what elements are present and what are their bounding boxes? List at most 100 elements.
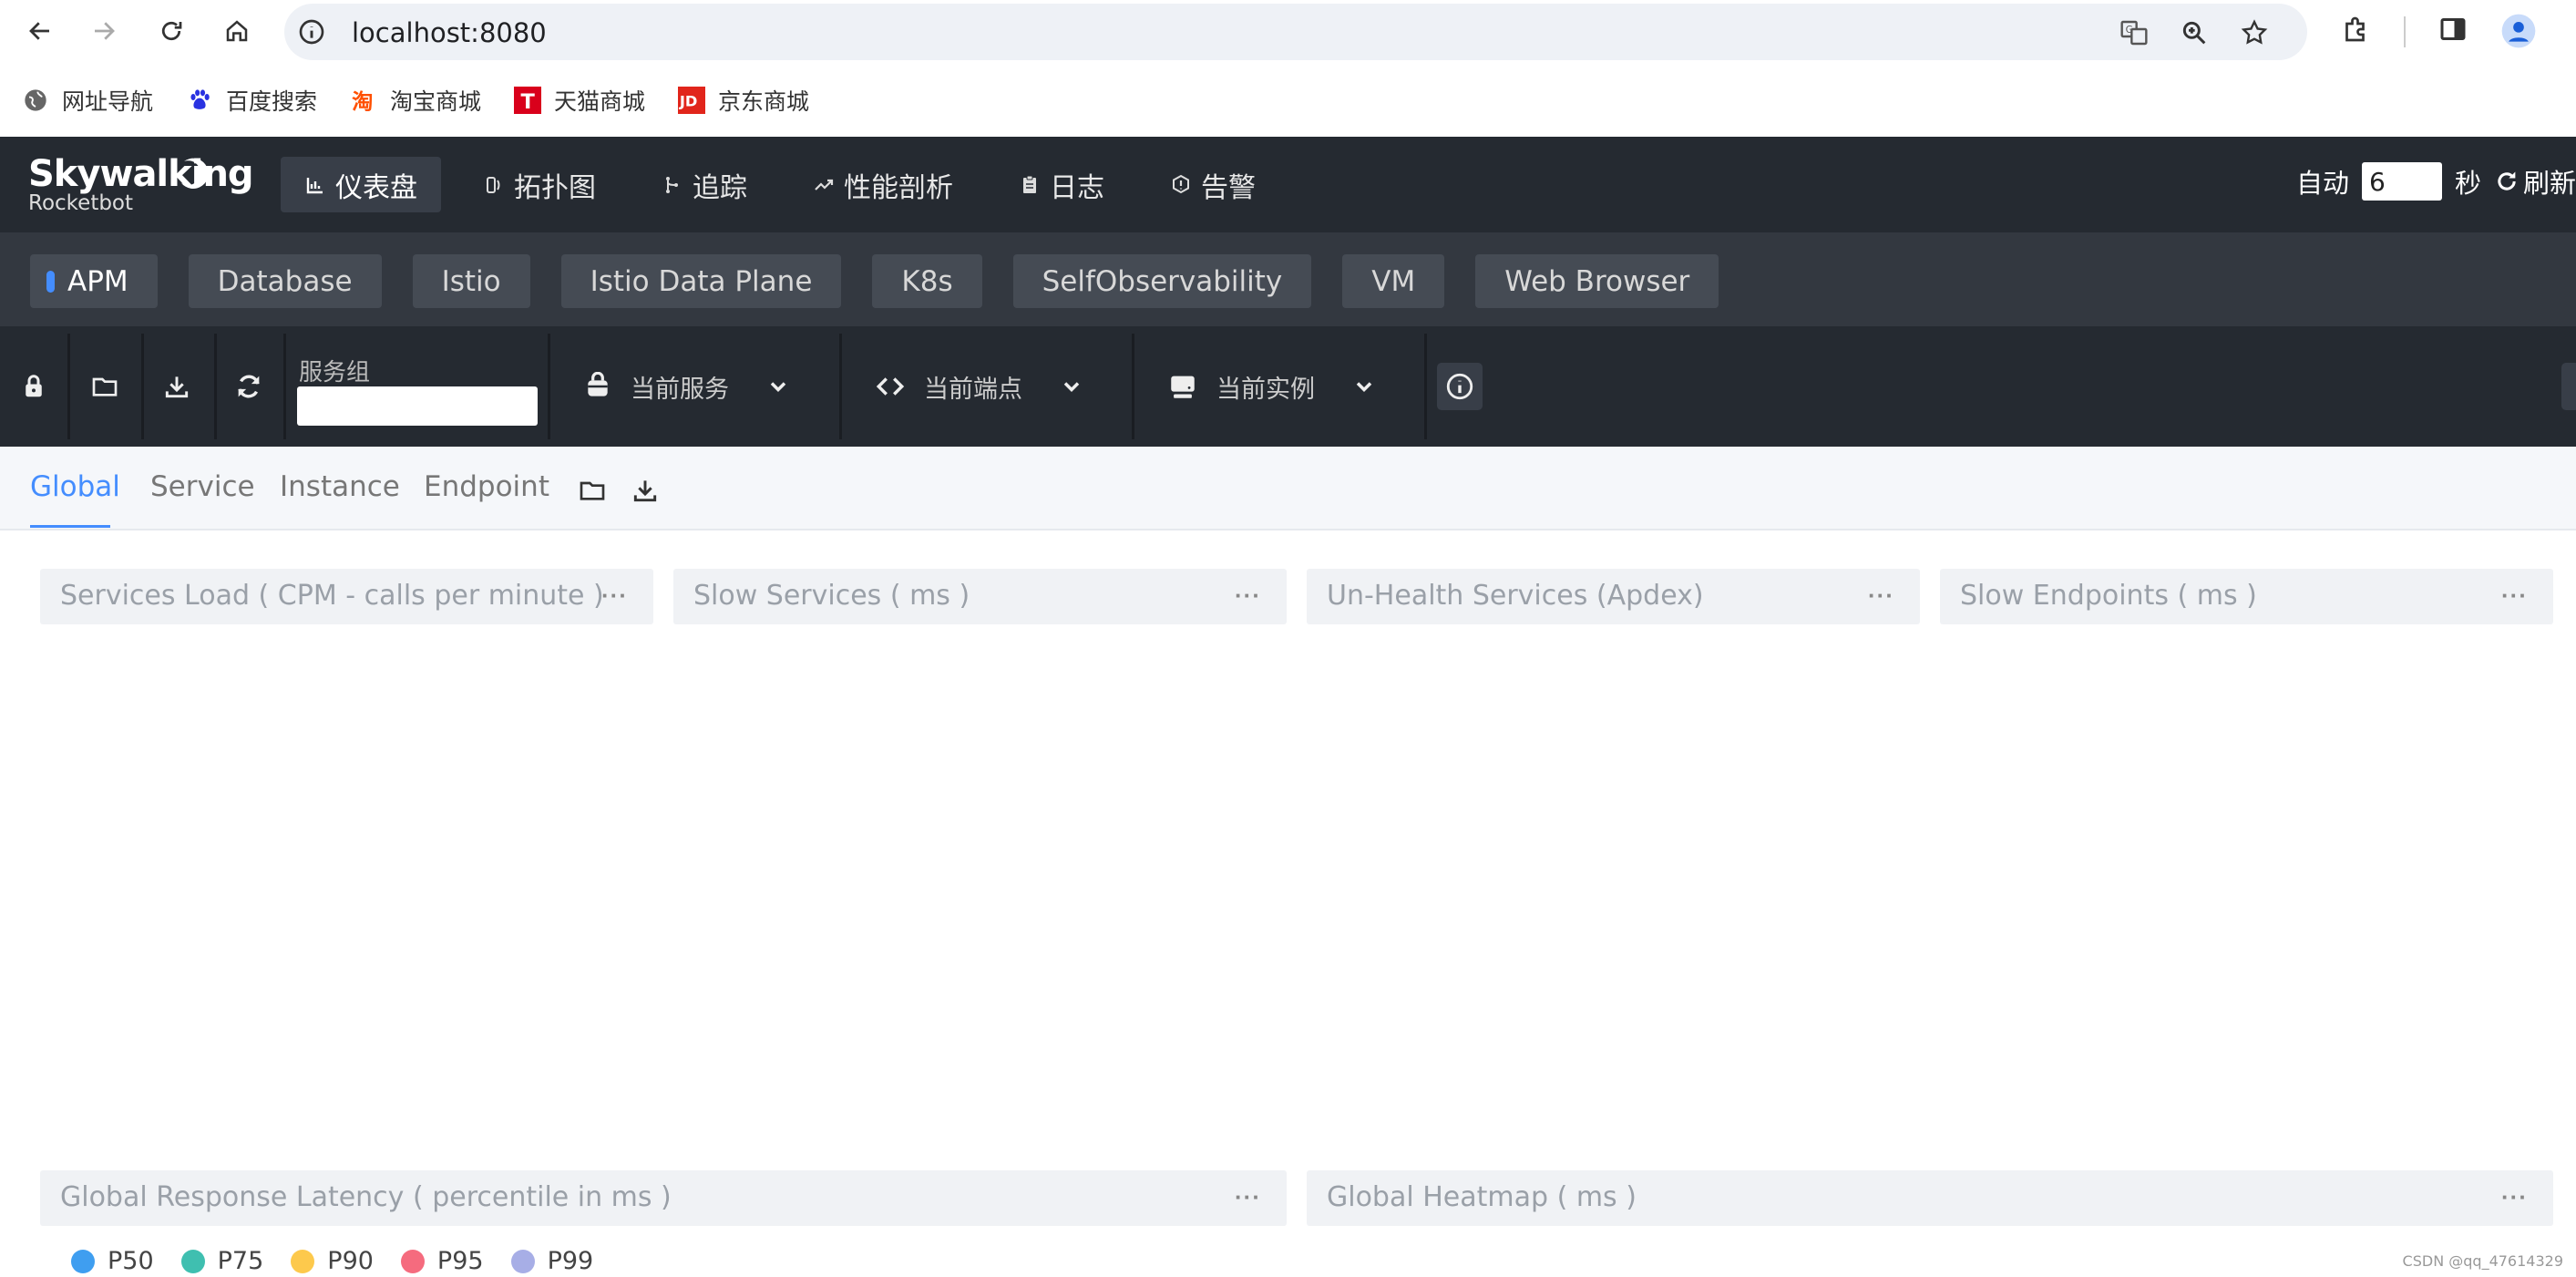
url-text[interactable]: localhost:8080 [352, 17, 547, 48]
forward-button[interactable] [86, 13, 122, 49]
toolbar-divider [214, 334, 217, 439]
toolbar-divider [1424, 334, 1427, 439]
nav-profile[interactable]: 性能剖析 [789, 157, 977, 212]
server-icon [1171, 376, 1195, 398]
log-icon [1023, 175, 1036, 193]
legend-item-p50[interactable]: P50 [71, 1247, 154, 1275]
side-panel-icon[interactable] [2437, 13, 2469, 50]
legend-item-p90[interactable]: P90 [291, 1247, 374, 1275]
bookmark-item[interactable]: 网址导航 [22, 84, 153, 117]
tmall-icon: T [514, 87, 541, 114]
refresh-icon [2498, 171, 2516, 191]
template-tab-web-browser[interactable]: Web Browser [1475, 254, 1719, 308]
site-info-icon[interactable] [297, 17, 326, 51]
chevron-down-icon [770, 382, 786, 392]
lock-icon[interactable] [17, 370, 50, 403]
toolbar-divider [283, 334, 286, 439]
template-tab-database[interactable]: Database [188, 254, 382, 308]
legend-item-p99[interactable]: P99 [510, 1247, 593, 1275]
toolbar-divider [2404, 16, 2406, 47]
folder-icon[interactable] [578, 476, 607, 510]
nav-trace[interactable]: 追踪 [638, 157, 771, 212]
refresh-button[interactable]: 刷新 [2494, 162, 2576, 201]
toolbar-divider [548, 334, 550, 439]
template-tab-apm[interactable]: APM [30, 254, 158, 308]
template-tab-selfobservability[interactable]: SelfObservability [1012, 254, 1312, 308]
main-nav: 仪表盘 拓扑图 追踪 性能剖析 日志 告警 [281, 157, 1298, 212]
panel-menu-icon[interactable]: ··· [2501, 582, 2528, 610]
legend-swatch [510, 1249, 535, 1273]
endpoint-selector[interactable]: 当前端点 [875, 326, 1084, 447]
bookmark-item[interactable]: 淘 淘宝商城 [350, 84, 481, 117]
home-icon [226, 20, 248, 42]
svg-text:淘: 淘 [352, 88, 373, 113]
tab-instance[interactable]: Instance [280, 470, 400, 503]
legend-swatch [180, 1249, 205, 1273]
tab-endpoint[interactable]: Endpoint [424, 470, 549, 503]
legend-item-p75[interactable]: P75 [180, 1247, 263, 1275]
template-tab-vm[interactable]: VM [1342, 254, 1445, 308]
legend-item-p95[interactable]: P95 [400, 1247, 484, 1275]
toolbar-overflow-button[interactable] [2561, 363, 2576, 410]
back-button[interactable] [22, 13, 58, 49]
nav-dashboard[interactable]: 仪表盘 [281, 157, 441, 212]
code-icon [876, 377, 905, 396]
legend-swatch [71, 1249, 95, 1273]
bookmarks-bar: 网址导航 百度搜索 淘 淘宝商城 T 天猫商城 JD 京东商城 [0, 71, 2576, 135]
toolbar-divider [1132, 334, 1134, 439]
arrow-left-icon [29, 22, 49, 40]
globe-icon [22, 87, 49, 114]
bookmark-item[interactable]: T 天猫商城 [514, 84, 645, 117]
reload-icon [161, 21, 182, 41]
panel-menu-icon[interactable]: ··· [601, 582, 628, 610]
legend-swatch [291, 1249, 315, 1273]
svg-text:JD: JD [679, 92, 698, 109]
panel-menu-icon[interactable]: ··· [2501, 1183, 2528, 1211]
address-bar[interactable]: localhost:8080 G [284, 4, 2307, 60]
bookmark-item[interactable]: 百度搜索 [186, 84, 317, 117]
template-tab-k8s[interactable]: K8s [872, 254, 982, 308]
info-button[interactable] [1437, 363, 1483, 410]
logo-swoosh-icon [180, 158, 209, 189]
nav-log[interactable]: 日志 [995, 157, 1128, 212]
latency-legend: P50 P75 P90 P95 P99 [71, 1247, 593, 1275]
nav-alarm[interactable]: 告警 [1146, 157, 1279, 212]
tab-service[interactable]: Service [150, 470, 255, 503]
folder-icon[interactable] [88, 370, 121, 403]
bookmark-item[interactable]: JD 京东商城 [678, 84, 809, 117]
panel-menu-icon[interactable]: ··· [1868, 582, 1894, 610]
profile-avatar[interactable] [2500, 13, 2537, 54]
unhealth-services-panel: Un-Health Services (Apdex) ··· [1307, 569, 1920, 624]
service-selector[interactable]: 当前服务 [583, 326, 791, 447]
seconds-label: 秒 [2454, 168, 2481, 199]
global-latency-panel: Global Response Latency ( percentile in … [40, 1170, 1287, 1226]
refresh-interval-input[interactable] [2361, 162, 2442, 201]
active-indicator [46, 270, 55, 293]
panel-menu-icon[interactable]: ··· [1235, 582, 1261, 610]
panel-menu-icon[interactable]: ··· [1235, 1183, 1261, 1211]
translate-icon[interactable]: G [2119, 18, 2149, 52]
extensions-icon[interactable] [2340, 13, 2373, 50]
topology-icon [487, 176, 500, 193]
arrow-right-icon [95, 22, 115, 40]
download-icon[interactable] [631, 476, 660, 510]
sync-icon[interactable] [232, 370, 265, 403]
global-heatmap-panel: Global Heatmap ( ms ) ··· [1307, 1170, 2553, 1226]
instance-selector[interactable]: 当前实例 [1167, 326, 1377, 447]
skywalking-logo[interactable]: Skywalking Rocketbot [28, 153, 254, 215]
toolbar-divider [141, 334, 144, 439]
download-icon[interactable] [160, 370, 193, 403]
tab-global[interactable]: Global [30, 470, 120, 503]
service-group-input[interactable] [297, 386, 538, 426]
reload-button[interactable] [153, 13, 190, 49]
bookmark-star-icon[interactable] [2240, 18, 2269, 52]
template-tab-istio[interactable]: Istio [412, 254, 530, 308]
home-button[interactable] [219, 13, 255, 49]
service-icon [588, 372, 608, 396]
auto-refresh-controls: 自动 秒 刷新 [2296, 162, 2576, 201]
template-tab-istio-data-plane[interactable]: Istio Data Plane [560, 254, 842, 308]
toolbar-divider [67, 334, 70, 439]
alarm-icon [1173, 174, 1189, 193]
zoom-icon[interactable] [2180, 18, 2209, 52]
nav-topology[interactable]: 拓扑图 [459, 157, 620, 212]
